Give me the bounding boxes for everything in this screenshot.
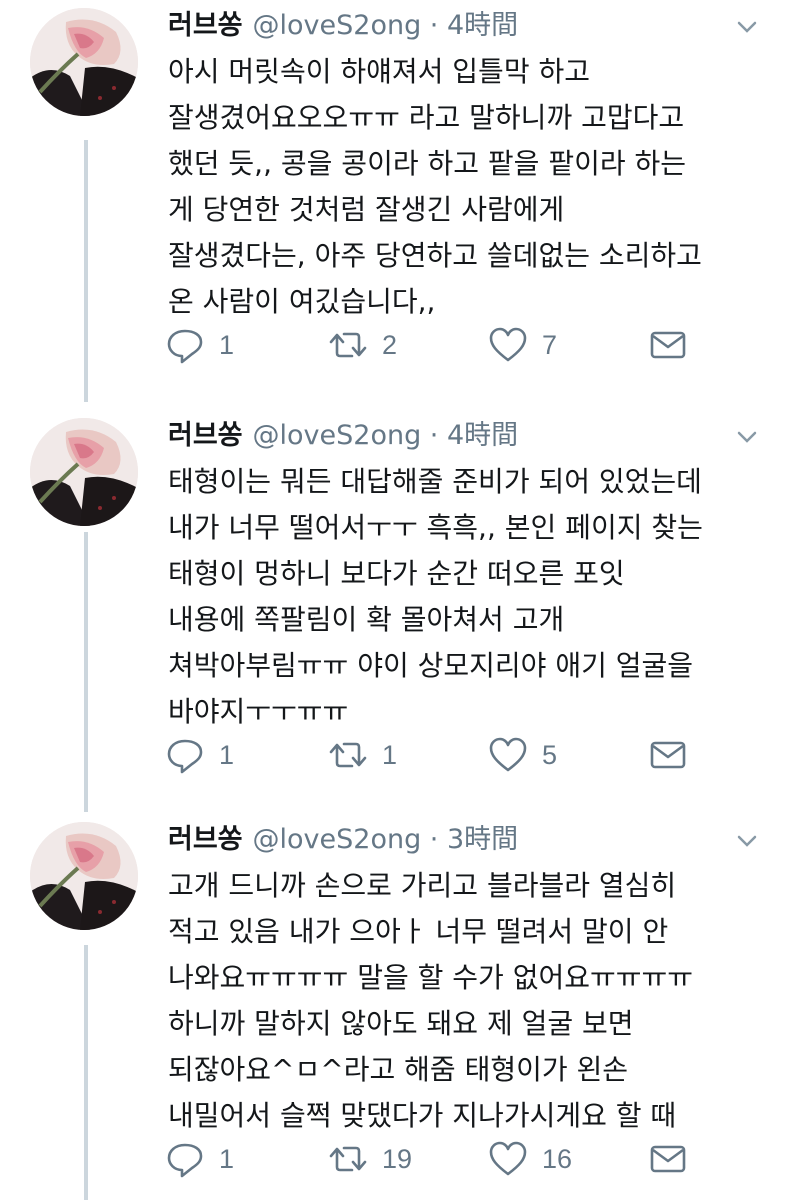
tweet-line: 내가 너무 떨어서ㅜㅜ 흑흑,, 본인 페이지 찾는 <box>168 511 703 544</box>
reply-icon[interactable] <box>165 325 205 365</box>
tweet[interactable]: 러브쏭 @loveS2ong · 4時間 아시 머릿속이 하얘져서 입틀막 하고 … <box>0 6 785 386</box>
tweet-line: 태형이는 뭐든 대답해줄 준비가 되어 있었는데 <box>168 465 702 498</box>
heart-action[interactable]: 16 <box>488 1136 572 1182</box>
avatar[interactable] <box>30 418 138 526</box>
retweet-action[interactable]: 19 <box>328 1136 412 1182</box>
tweet-line: 내용에 쪽팔림이 확 몰아쳐서 고개 <box>168 603 565 636</box>
chevron-down-icon[interactable] <box>732 422 762 452</box>
heart-action[interactable]: 5 <box>488 732 557 778</box>
reply-count: 1 <box>219 739 235 770</box>
envelope-action[interactable] <box>648 322 688 368</box>
author-name[interactable]: 러브쏭 <box>168 10 243 41</box>
tweet-line: 내밀어서 슬쩍 맞댔다가 지나가시게요 할 때 <box>168 1099 677 1132</box>
tweet-line: 하니까 말하지 않아도 돼요 제 얼굴 보면 <box>168 1007 634 1040</box>
tweet-line: 아시 머릿속이 하얘져서 입틀막 하고 <box>168 55 591 88</box>
reply-icon[interactable] <box>165 735 205 775</box>
heart-icon[interactable] <box>488 325 528 365</box>
retweet-action[interactable]: 1 <box>328 732 397 778</box>
author-handle-time[interactable]: @loveS2ong · 3時間 <box>253 824 519 855</box>
tweet-line: 적고 있음 내가 으아ㅏ 너무 떨려서 말이 안 <box>168 915 669 948</box>
retweet-count: 2 <box>382 329 398 360</box>
tweet-line: 온 사람이 여깄습니다,, <box>168 285 436 318</box>
tweet-line: 바야지ㅜㅜㅠㅠ <box>168 695 349 728</box>
tweet-line: 했던 듯,, 콩을 콩이라 하고 팥을 팥이라 하는 <box>168 147 687 180</box>
reply-icon[interactable] <box>165 1139 205 1179</box>
tweet-line: 게 당연한 것처럼 잘생긴 사람에게 <box>168 193 565 226</box>
retweet-count: 19 <box>382 1143 413 1174</box>
reply-action[interactable]: 1 <box>165 732 234 778</box>
reply-action[interactable]: 1 <box>165 322 234 368</box>
tweet-header: 러브쏭 @loveS2ong · 3時間 <box>168 820 518 860</box>
avatar[interactable] <box>30 8 138 116</box>
reply-count: 1 <box>219 1143 235 1174</box>
retweet-action[interactable]: 2 <box>328 322 397 368</box>
retweet-icon[interactable] <box>328 325 368 365</box>
tweet-line: 잘생겼다는, 아주 당연하고 쓸데없는 소리하고 <box>168 239 702 272</box>
author-handle-time[interactable]: @loveS2ong · 4時間 <box>253 420 519 451</box>
tweet-header: 러브쏭 @loveS2ong · 4時間 <box>168 6 518 46</box>
envelope-icon[interactable] <box>648 735 688 775</box>
retweet-count: 1 <box>382 739 398 770</box>
tweet[interactable]: 러브쏭 @loveS2ong · 4時間 태형이는 뭐든 대답해줄 준비가 되어 … <box>0 416 785 796</box>
heart-count: 7 <box>542 329 558 360</box>
tweet-text: 아시 머릿속이 하얘져서 입틀막 하고 잘생겼어요오오ㅠㅠ 라고 말하니까 고맙… <box>168 49 768 325</box>
tweet-line: 태형이 멍하니 보다가 순간 떠오른 포잇 <box>168 557 625 590</box>
author-handle-time[interactable]: @loveS2ong · 4時間 <box>253 10 519 41</box>
envelope-action[interactable] <box>648 1136 688 1182</box>
tweet-line: 나와요ㅠㅠㅠㅠ 말을 할 수가 없어요ㅠㅠㅠㅠ <box>168 961 694 994</box>
tweet-line: 잘생겼어요오오ㅠㅠ 라고 말하니까 고맙다고 <box>168 101 685 134</box>
heart-count: 5 <box>542 739 558 770</box>
tweet-header: 러브쏭 @loveS2ong · 4時間 <box>168 416 518 456</box>
tweet-text: 태형이는 뭐든 대답해줄 준비가 되어 있었는데 내가 너무 떨어서ㅜㅜ 흑흑,… <box>168 459 768 735</box>
tweet-line: 되잖아요^ㅁ^라고 해줌 태형이가 왼손 <box>168 1053 629 1086</box>
reply-count: 1 <box>219 329 235 360</box>
tweet-actions: 1 2 7 <box>160 322 720 368</box>
envelope-icon[interactable] <box>648 1139 688 1179</box>
tweet-actions: 1 1 5 <box>160 732 720 778</box>
tweet-text: 고개 드니까 손으로 가리고 블라블라 열심히 적고 있음 내가 으아ㅏ 너무 … <box>168 863 768 1139</box>
heart-icon[interactable] <box>488 1139 528 1179</box>
tweet-actions: 1 19 16 <box>160 1136 720 1182</box>
tweet-line: 쳐박아부림ㅠㅠ 야이 상모지리야 애기 얼굴을 <box>168 649 694 682</box>
chevron-down-icon[interactable] <box>732 826 762 856</box>
chevron-down-icon[interactable] <box>732 12 762 42</box>
reply-action[interactable]: 1 <box>165 1136 234 1182</box>
tweet-line: 고개 드니까 손으로 가리고 블라블라 열심히 <box>168 869 677 902</box>
heart-icon[interactable] <box>488 735 528 775</box>
retweet-icon[interactable] <box>328 735 368 775</box>
avatar[interactable] <box>30 822 138 930</box>
author-name[interactable]: 러브쏭 <box>168 824 243 855</box>
envelope-icon[interactable] <box>648 325 688 365</box>
envelope-action[interactable] <box>648 732 688 778</box>
heart-action[interactable]: 7 <box>488 322 557 368</box>
tweet[interactable]: 러브쏭 @loveS2ong · 3時間 고개 드니까 손으로 가리고 블라블라 … <box>0 820 785 1200</box>
heart-count: 16 <box>542 1143 573 1174</box>
author-name[interactable]: 러브쏭 <box>168 420 243 451</box>
retweet-icon[interactable] <box>328 1139 368 1179</box>
